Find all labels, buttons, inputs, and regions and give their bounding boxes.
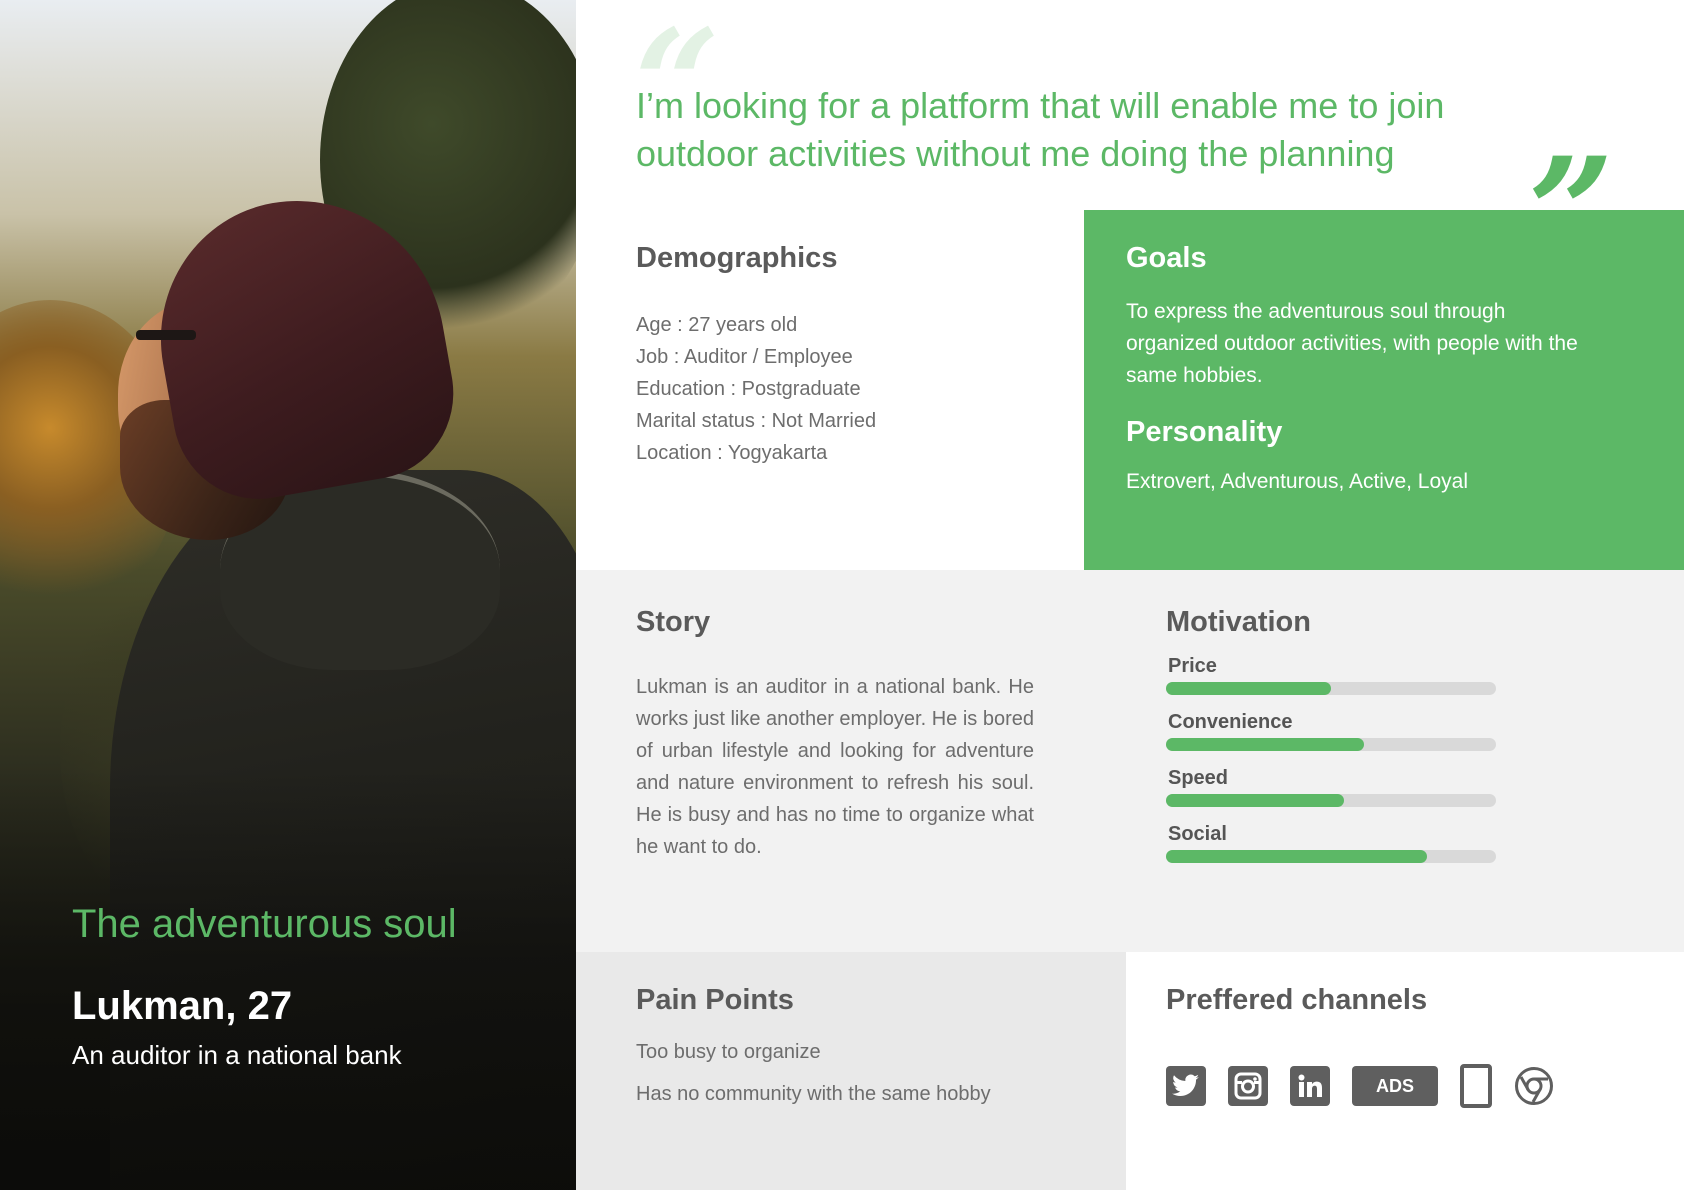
story-text: Lukman is an auditor in a national bank.…: [636, 676, 1034, 858]
demographic-marital-status: Marital status : Not Married: [636, 410, 877, 432]
persona-role: An auditor in a national bank: [72, 1040, 402, 1070]
motivation-bar-fill: [1166, 682, 1331, 695]
demographics-list: Age : 27 years old Job : Auditor / Emplo…: [636, 309, 1076, 469]
goals-title: Goals: [1126, 242, 1207, 274]
instagram-icon: [1228, 1066, 1268, 1106]
motivation-title: Motivation: [1166, 606, 1311, 638]
linkedin-icon: [1290, 1066, 1330, 1106]
persona-tagline: The adventurous soul: [72, 902, 457, 946]
pain-points-section: Pain Points Too busy to organize Has no …: [576, 952, 1126, 1190]
story-motivation-band: Story Lukman is an auditor in a national…: [576, 570, 1684, 952]
persona-name: Lukman, 27: [72, 984, 293, 1028]
demographic-location: Location : Yogyakarta: [636, 442, 828, 464]
goals-personality-panel: Goals To express the adventurous soul th…: [1084, 210, 1684, 570]
personality-text: Extrovert, Adventurous, Active, Loyal: [1126, 470, 1469, 493]
channels-title: Preffered channels: [1166, 984, 1428, 1016]
motivation-bar: [1166, 794, 1496, 807]
motivation-bar: [1166, 850, 1496, 863]
channels-section: Preffered channels ADS: [1126, 952, 1684, 1190]
ads-badge: ADS: [1352, 1066, 1438, 1106]
persona-quote: I’m looking for a platform that will ena…: [636, 85, 1445, 174]
motivation-item: Convenience: [1166, 711, 1506, 751]
pain-point-item: Has no community with the same hobby: [636, 1083, 991, 1105]
twitter-icon: [1166, 1066, 1206, 1106]
story-title: Story: [636, 606, 711, 638]
goals-text: To express the adventurous soul through …: [1126, 300, 1578, 387]
demographic-job: Job : Auditor / Employee: [636, 346, 853, 368]
story-section: Story Lukman is an auditor in a national…: [636, 606, 1034, 863]
channels-icons: ADS: [1166, 1064, 1554, 1108]
motivation-label: Social: [1168, 823, 1227, 845]
demographic-education: Education : Postgraduate: [636, 378, 861, 400]
motivation-item: Price: [1166, 655, 1506, 695]
motivation-item: Speed: [1166, 767, 1506, 807]
pain-point-item: Too busy to organize: [636, 1041, 821, 1063]
demographic-age: Age : 27 years old: [636, 314, 798, 336]
motivation-bar-fill: [1166, 794, 1345, 807]
pain-points-list: Too busy to organize Has no community wi…: [636, 1040, 991, 1124]
personality-title: Personality: [1126, 416, 1283, 448]
motivation-section: Motivation Price Convenience Speed Socia…: [1166, 606, 1506, 863]
chrome-browser-icon: [1514, 1066, 1554, 1106]
motivation-label: Price: [1168, 655, 1217, 677]
motivation-bar: [1166, 682, 1496, 695]
demographics-section: Demographics Age : 27 years old Job : Au…: [636, 242, 1076, 469]
motivation-bar: [1166, 738, 1496, 751]
mobile-phone-icon: [1460, 1064, 1492, 1108]
motivation-bar-fill: [1166, 850, 1427, 863]
pain-points-title: Pain Points: [636, 984, 794, 1016]
motivation-item: Social: [1166, 823, 1506, 863]
motivation-label: Convenience: [1168, 711, 1293, 733]
demographics-title: Demographics: [636, 242, 838, 274]
motivation-label: Speed: [1168, 767, 1229, 789]
motivation-bar-fill: [1166, 738, 1364, 751]
